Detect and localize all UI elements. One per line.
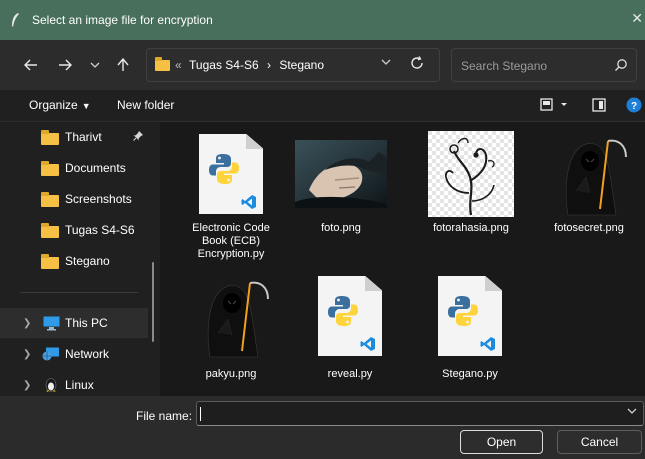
expand-chevron-icon[interactable]: ❯ xyxy=(23,318,31,329)
python-file-icon xyxy=(438,276,502,356)
sidebar-item-screenshots[interactable]: Screenshots xyxy=(0,184,148,214)
folder-icon xyxy=(155,57,170,71)
folder-icon xyxy=(41,192,59,207)
python-file-icon xyxy=(318,276,382,356)
file-thumbnail xyxy=(302,272,398,360)
sidebar-item-label: Network xyxy=(65,347,110,361)
pin-icon xyxy=(133,130,143,144)
file-thumbnail xyxy=(293,130,389,218)
file-name: fotorahasia.png xyxy=(433,222,509,234)
sidebar-item-linux[interactable]: ❯ Linux xyxy=(0,370,148,396)
file-thumbnail xyxy=(183,272,279,360)
address-bar[interactable]: « Tugas S4-S6 › Stegano xyxy=(146,48,440,82)
search-input[interactable]: Search Stegano xyxy=(461,59,547,73)
organize-label: Organize xyxy=(29,98,78,112)
network-icon xyxy=(42,347,61,365)
breadcrumb-item-tugas[interactable]: Tugas S4-S6 xyxy=(189,58,259,72)
breadcrumb-separator: › xyxy=(266,58,271,72)
file-name: Stegano.py xyxy=(442,368,498,380)
cancel-button[interactable]: Cancel xyxy=(557,430,642,454)
breadcrumb-overflow[interactable]: « xyxy=(175,58,182,72)
command-bar: Organize ▼ New folder ? xyxy=(0,90,645,122)
vscode-icon xyxy=(480,337,495,351)
sidebar-item-label: This PC xyxy=(65,316,108,330)
file-item[interactable]: foto.png xyxy=(293,130,389,250)
file-name: reveal.py xyxy=(327,368,373,380)
photo-thumbnail-icon xyxy=(295,140,387,208)
file-name: Electronic Code Book (ECB) Encryption.py xyxy=(192,222,270,260)
sidebar-item-label: Stegano xyxy=(65,254,110,268)
help-icon[interactable]: ? xyxy=(626,97,642,113)
change-view-button[interactable] xyxy=(540,97,570,113)
search-icon[interactable] xyxy=(614,58,628,72)
folder-icon xyxy=(41,161,59,176)
file-thumbnail xyxy=(422,272,518,360)
folder-icon xyxy=(41,254,59,269)
file-item[interactable]: fotosecret.png xyxy=(541,130,637,250)
sidebar-item-label: Tugas S4-S6 xyxy=(65,223,135,237)
vscode-icon xyxy=(241,195,256,209)
file-name: fotosecret.png xyxy=(554,222,624,234)
python-file-icon xyxy=(199,134,263,214)
sidebar-divider xyxy=(20,292,138,293)
refresh-icon[interactable] xyxy=(410,56,424,73)
caret-down-icon: ▼ xyxy=(81,101,91,111)
file-list: Electronic Code Book (ECB) Encryption.py… xyxy=(160,122,645,396)
reaper-image-thumbnail-icon xyxy=(565,139,627,216)
sidebar-item-label: Tharivt xyxy=(65,130,102,144)
svg-text:?: ? xyxy=(631,101,637,112)
sidebar-item-documents[interactable]: Documents xyxy=(0,153,148,183)
forward-arrow-icon[interactable] xyxy=(54,54,76,76)
expand-chevron-icon[interactable]: ❯ xyxy=(23,380,31,391)
reaper-image-thumbnail-icon xyxy=(207,281,269,358)
vscode-icon xyxy=(360,337,375,351)
expand-chevron-icon[interactable]: ❯ xyxy=(23,349,31,360)
new-folder-button[interactable]: New folder xyxy=(117,98,174,112)
breadcrumb-item-stegano[interactable]: Stegano xyxy=(279,58,324,72)
dialog-footer: File name: Open Cancel xyxy=(0,396,645,459)
file-item[interactable]: Electronic Code Book (ECB) Encryption.py xyxy=(183,130,279,270)
linux-tux-icon xyxy=(44,376,58,396)
file-thumbnail xyxy=(541,130,637,218)
close-icon[interactable]: ✕ xyxy=(631,10,643,27)
file-name: foto.png xyxy=(321,222,361,234)
sidebar-item-this-pc[interactable]: ❯ This PC xyxy=(0,308,148,338)
search-box[interactable]: Search Stegano xyxy=(451,48,637,82)
preview-pane-icon[interactable] xyxy=(592,97,606,113)
title-bar: Select an image file for encryption ✕ xyxy=(0,0,645,40)
recent-locations-chevron-icon[interactable] xyxy=(84,54,106,76)
file-item[interactable]: fotorahasia.png xyxy=(423,130,519,250)
file-name: pakyu.png xyxy=(205,368,257,380)
open-button[interactable]: Open xyxy=(460,430,543,454)
text-caret xyxy=(200,407,201,421)
folder-icon xyxy=(41,223,59,238)
address-dropdown-chevron-icon[interactable] xyxy=(381,57,391,69)
sidebar-item-tugas[interactable]: Tugas S4-S6 xyxy=(0,215,148,245)
file-thumbnail xyxy=(183,130,279,218)
chevron-down-icon[interactable] xyxy=(627,407,637,418)
sidebar-item-label: Screenshots xyxy=(65,192,132,206)
sidebar-item-label: Documents xyxy=(65,161,126,175)
file-item[interactable]: Stegano.py xyxy=(422,272,518,392)
monitor-icon xyxy=(43,316,60,334)
sidebar-scrollbar[interactable] xyxy=(152,262,154,342)
sidebar-item-tharivt[interactable]: Tharivt xyxy=(0,122,148,152)
feather-icon xyxy=(8,11,22,29)
up-arrow-icon[interactable] xyxy=(112,54,134,76)
file-item[interactable]: reveal.py xyxy=(302,272,398,392)
file-name-field[interactable] xyxy=(196,401,644,426)
breadcrumb[interactable]: « Tugas S4-S6 › Stegano xyxy=(175,58,324,72)
file-item[interactable]: pakyu.png xyxy=(183,272,279,392)
sidebar-item-stegano[interactable]: Stegano xyxy=(0,246,148,276)
navigation-pane: Tharivt Documents Screenshots Tugas S4-S… xyxy=(0,122,160,396)
window-title: Select an image file for encryption xyxy=(32,13,213,27)
sidebar-item-network[interactable]: ❯ Network xyxy=(0,339,148,369)
file-name-label: File name: xyxy=(136,409,193,423)
file-thumbnail xyxy=(423,130,519,218)
organize-button[interactable]: Organize ▼ xyxy=(29,98,91,112)
back-arrow-icon[interactable] xyxy=(20,54,42,76)
floral-image-thumbnail-icon xyxy=(428,131,514,217)
sidebar-item-label: Linux xyxy=(65,378,94,392)
folder-icon xyxy=(41,130,59,145)
